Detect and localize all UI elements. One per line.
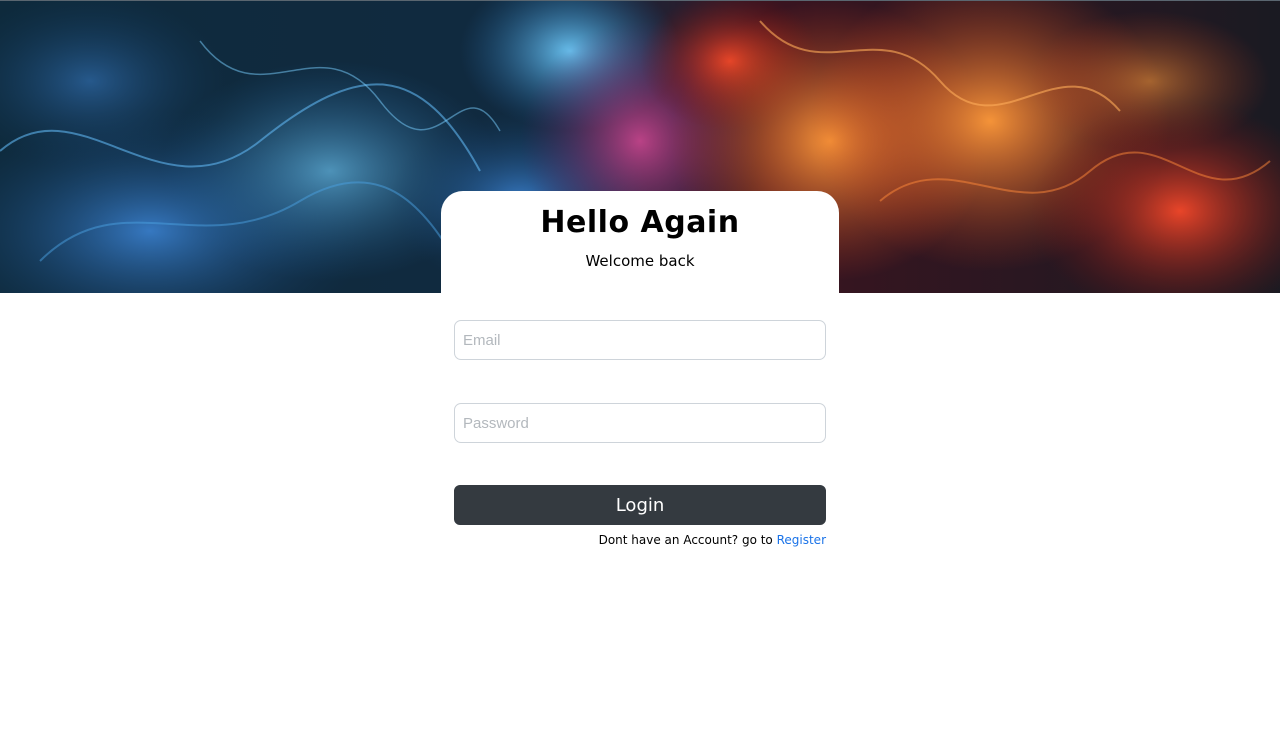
register-link[interactable]: Register xyxy=(777,533,826,547)
register-prompt: Dont have an Account? go to Register xyxy=(454,533,826,547)
email-input[interactable] xyxy=(454,320,826,360)
login-button[interactable]: Login xyxy=(454,485,826,525)
register-prompt-text: Dont have an Account? go to xyxy=(598,533,777,547)
page-title: Hello Again xyxy=(540,205,740,240)
password-input[interactable] xyxy=(454,403,826,443)
page-subtitle: Welcome back xyxy=(585,252,695,270)
